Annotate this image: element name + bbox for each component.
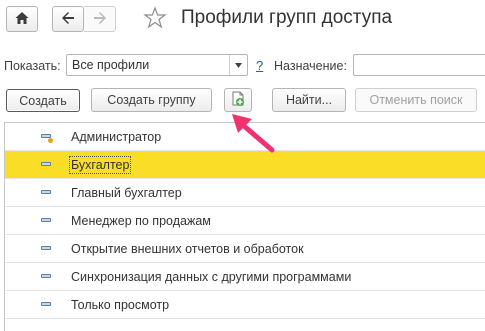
help-link[interactable]: ? xyxy=(256,58,263,73)
profile-icon xyxy=(41,162,51,166)
cancel-search-button[interactable]: Отменить поиск xyxy=(355,88,477,112)
list-item-label: Синхронизация данных с другими программа… xyxy=(71,270,352,284)
list-item-label: Главный бухгалтер xyxy=(71,186,182,200)
home-icon xyxy=(14,10,30,29)
profile-icon xyxy=(41,302,51,306)
list-item-label: Менеджер по продажам xyxy=(71,214,211,228)
admin-marker-icon xyxy=(48,138,53,143)
back-button[interactable] xyxy=(52,6,84,32)
profile-icon xyxy=(41,218,51,222)
create-button[interactable]: Создать xyxy=(6,89,80,112)
page-title: Профили групп доступа xyxy=(181,7,393,28)
find-button[interactable]: Найти... xyxy=(272,88,346,112)
dropdown-arrow-icon[interactable] xyxy=(229,55,247,75)
profile-icon xyxy=(41,274,51,278)
list-item[interactable]: Главный бухгалтер xyxy=(5,179,485,207)
star-icon[interactable] xyxy=(143,6,167,35)
purpose-label: Назначение: xyxy=(274,59,347,73)
list-item-label: Только просмотр xyxy=(71,298,170,312)
profile-icon xyxy=(41,246,51,250)
arrow-left-icon xyxy=(60,10,76,29)
forward-button[interactable] xyxy=(84,6,116,32)
list-item-label: Администратор xyxy=(71,130,162,144)
copy-add-icon xyxy=(230,91,246,110)
profile-icon xyxy=(41,190,51,194)
list-item-label: Открытие внешних отчетов и обработок xyxy=(71,242,304,256)
show-select[interactable]: Все профили xyxy=(66,54,248,76)
list-item[interactable]: Менеджер по продажам xyxy=(5,207,485,235)
purpose-field[interactable] xyxy=(353,54,485,76)
arrow-right-icon xyxy=(92,10,108,29)
create-group-button[interactable]: Создать группу xyxy=(91,88,212,112)
annotation-arrow xyxy=(232,114,275,153)
list-item[interactable]: Открытие внешних отчетов и обработок xyxy=(5,235,485,263)
list-item[interactable]: Синхронизация данных с другими программа… xyxy=(5,263,485,291)
list-item-label: Бухгалтер xyxy=(68,156,132,174)
show-select-value: Все профили xyxy=(72,58,150,72)
show-label: Показать: xyxy=(4,59,61,73)
home-button[interactable] xyxy=(6,6,38,32)
copy-button[interactable] xyxy=(224,88,252,112)
list-item[interactable]: Только просмотр xyxy=(5,291,485,319)
